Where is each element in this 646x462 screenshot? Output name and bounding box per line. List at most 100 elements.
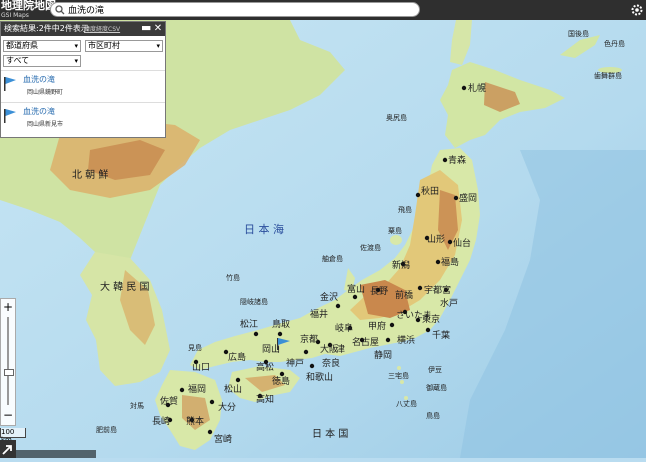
chevron-down-icon: ▾ [74, 42, 78, 50]
label-gifu: 岐阜 [335, 322, 353, 334]
label-sea-pacific: 日 本 国 [312, 427, 348, 440]
label-tottori: 鳥取 [272, 318, 290, 330]
panel-header: 検索結果:2件中2件表示 緯度経度CSV ▬ ✕ [1, 22, 165, 36]
app-subtitle: GSI Maps [1, 12, 29, 19]
label-mikura: 御蔵島 [426, 383, 447, 392]
result-address: 岡山県新見市 [27, 121, 64, 128]
app-title: 地理院地図 [1, 0, 56, 12]
search-results-panel: 検索結果:2件中2件表示 緯度経度CSV ▬ ✕ 都道府県 ▾ 市区町村 ▾ す… [0, 21, 166, 138]
search-box[interactable] [50, 2, 420, 17]
chevron-down-icon: ▾ [74, 57, 78, 65]
label-izu: 伊豆 [428, 365, 442, 374]
scale-bar: 100 km [0, 428, 26, 444]
result-item[interactable]: 血洗の滝 岡山県新見市 [1, 102, 165, 139]
panel-title: 検索結果:2件中2件表示 [4, 24, 89, 33]
label-takeshima: 竹島 [226, 273, 240, 282]
label-hizen: 肥前島 [96, 425, 117, 434]
top-bar: 地理院地図 GSI Maps [0, 0, 646, 20]
label-sapporo: 札幌 [468, 82, 486, 94]
label-kochi: 高知 [256, 393, 274, 405]
label-maebashi: 前橋 [395, 289, 413, 301]
label-nagoya: 名古屋 [352, 336, 379, 348]
city-select-value: 市区町村 [88, 41, 120, 50]
label-kumamoto: 熊本 [186, 415, 204, 427]
label-kunashiri: 国後島 [568, 29, 589, 38]
label-kobe: 神戸 [286, 357, 304, 369]
label-chiba: 千葉 [432, 329, 450, 341]
label-yamaguchi: 山口 [192, 362, 210, 373]
label-fukushima: 福島 [441, 256, 459, 268]
label-kofu: 甲府 [368, 320, 386, 332]
label-tsushima: 対馬 [130, 401, 144, 410]
label-toyama: 富山 [347, 283, 365, 295]
label-oki: 隠岐諸島 [240, 297, 268, 306]
label-hachijo: 八丈島 [396, 399, 417, 408]
city-select[interactable]: 市区町村 ▾ [85, 40, 163, 52]
minimize-icon[interactable]: ▬ [141, 22, 151, 36]
label-utsunomiya: 宇都宮 [424, 284, 451, 296]
label-oita: 大分 [218, 401, 236, 413]
label-south-korea: 大 韓 民 国 [100, 280, 150, 293]
label-okayama: 岡山 [262, 344, 280, 355]
label-takamatsu: 高松 [256, 361, 274, 373]
label-habomai: 歯舞群島 [594, 71, 622, 80]
close-icon[interactable]: ✕ [153, 22, 163, 36]
label-tokyo: 東京 [422, 313, 440, 325]
label-akita: 秋田 [421, 185, 439, 197]
zoom-control: + − [0, 298, 16, 426]
label-nara: 奈良 [322, 357, 340, 369]
label-fukuoka: 福岡 [188, 383, 206, 395]
label-kyoto: 京都 [300, 333, 318, 345]
search-icon [55, 5, 65, 15]
label-miyazaki: 宮崎 [214, 433, 232, 445]
expand-arrow-icon[interactable] [0, 440, 16, 458]
flag-icon [4, 77, 16, 91]
label-awashima: 粟島 [388, 226, 402, 235]
search-input[interactable] [68, 4, 408, 15]
label-noto-island: 舳倉島 [322, 254, 343, 263]
zoom-in-button[interactable]: + [1, 299, 15, 315]
label-mishima: 見島 [188, 343, 202, 352]
zoom-slider-track[interactable] [7, 317, 9, 405]
label-yamagata: 山形 [427, 233, 445, 245]
label-matsue: 松江 [240, 318, 258, 330]
label-hiroshima: 広島 [228, 351, 246, 363]
kind-select[interactable]: すべて ▾ [3, 55, 81, 67]
result-address: 岡山県鏡野町 [27, 89, 64, 96]
label-niigata: 新潟 [392, 259, 410, 271]
label-okushiri: 奥尻島 [386, 113, 407, 122]
label-matsuyama: 松山 [224, 383, 242, 395]
zoom-out-button[interactable]: − [1, 407, 15, 423]
label-nagasaki: 長崎 [152, 415, 170, 427]
label-miyake: 三宅島 [388, 371, 409, 380]
prefecture-select-value: 都道府県 [6, 41, 38, 50]
label-shikotan: 色丹島 [604, 39, 625, 48]
label-fukui: 福井 [310, 308, 328, 320]
label-morioka: 盛岡 [459, 192, 477, 204]
label-shizuoka: 静岡 [374, 349, 392, 361]
label-osaka: 大阪 [320, 343, 338, 355]
result-name[interactable]: 血洗の滝 [23, 74, 55, 85]
prefecture-select[interactable]: 都道府県 ▾ [3, 40, 81, 52]
label-saga: 佐賀 [160, 395, 178, 407]
label-yokohama: 横浜 [397, 334, 415, 346]
label-sado: 佐渡島 [360, 243, 381, 252]
label-sendai: 仙台 [453, 237, 471, 249]
label-north-korea: 北 朝 鮮 [72, 168, 108, 181]
label-sea-japan: 日 本 海 [244, 222, 284, 236]
attribution-strip [16, 450, 96, 458]
label-wakayama: 和歌山 [306, 371, 333, 383]
label-mito: 水戸 [440, 297, 458, 309]
result-name[interactable]: 血洗の滝 [23, 106, 55, 117]
label-nagano: 長野 [370, 286, 388, 297]
kind-select-value: すべて [6, 56, 30, 65]
flag-icon [4, 109, 16, 123]
label-tobishima: 飛島 [398, 205, 412, 214]
zoom-slider-handle[interactable] [4, 369, 14, 376]
label-aomori: 青森 [448, 154, 466, 166]
app-logo[interactable]: 地理院地図 GSI Maps [0, 0, 56, 20]
label-tori: 鳥島 [426, 411, 440, 420]
csv-download-link[interactable]: 緯度経度CSV [84, 25, 120, 34]
settings-gear-icon[interactable] [630, 3, 644, 17]
label-tokushima: 徳島 [272, 375, 290, 387]
